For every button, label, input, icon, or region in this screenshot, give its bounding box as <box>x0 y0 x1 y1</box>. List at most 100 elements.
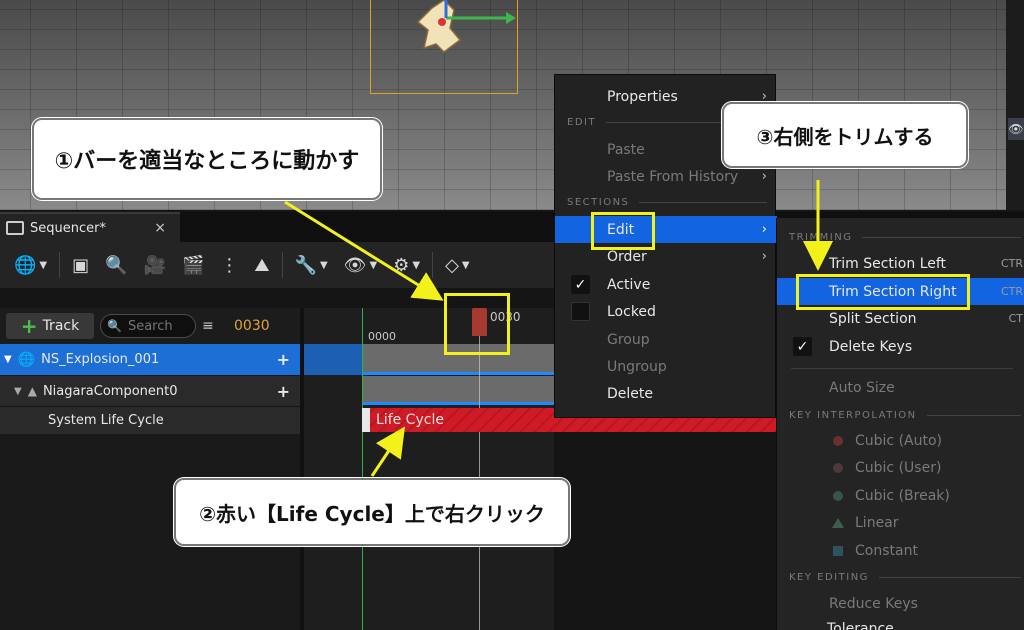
menu-label: Delete <box>607 385 653 402</box>
shortcut-label: CTR <box>1000 285 1023 298</box>
menu-label: Locked <box>607 303 656 320</box>
time-ruler[interactable]: 0000 0030 <box>304 308 554 344</box>
track-label: System Life Cycle <box>48 413 164 428</box>
track-row-niagara-component[interactable]: ▼ ▲ NiagaraComponent0 + <box>0 376 300 406</box>
menu-item-constant[interactable]: Constant <box>777 537 1024 564</box>
eye-icon[interactable]: 👁 ▼ <box>340 252 382 278</box>
close-icon[interactable]: × <box>154 220 166 236</box>
tab-title: Sequencer* <box>30 220 106 236</box>
menu-item-locked[interactable]: Locked <box>555 298 777 325</box>
menu-separator <box>791 368 1013 369</box>
shortcut-label: CTR <box>1000 257 1023 270</box>
menu-item-order[interactable]: Order › <box>555 243 777 270</box>
checkbox-checked-icon[interactable]: ✓ <box>793 337 812 356</box>
track-row-ns-explosion[interactable]: ▼ 🌐 NS_Explosion_001 + <box>0 344 300 375</box>
key-diamond-icon[interactable]: ◇ ▼ <box>441 252 474 278</box>
menu-label: Active <box>607 276 651 293</box>
camera-icon[interactable]: 🎥 <box>140 252 170 278</box>
menu-label: Properties <box>607 88 678 105</box>
current-frame[interactable]: 0030 <box>234 318 270 334</box>
expand-arrow-icon[interactable]: ▼ <box>4 354 12 365</box>
submenu-arrow-icon: › <box>761 222 767 237</box>
search-icon: 🔍 <box>107 319 122 333</box>
menu-header-trimming: TRIMMING <box>789 232 1021 243</box>
menu-label: Cubic (Auto) <box>855 432 943 449</box>
constant-icon <box>833 545 843 556</box>
toolbar-divider <box>59 252 61 278</box>
world-icon[interactable]: 🌐 ▼ <box>10 252 51 278</box>
timeline-row-background <box>304 344 362 375</box>
niagara-system-icon: 🌐 <box>17 351 36 368</box>
wrench-icon[interactable]: 🔧 ▼ <box>291 252 332 278</box>
menu-item-reduce-keys[interactable]: Reduce Keys <box>777 590 1024 617</box>
checkbox-checked-icon[interactable]: ✓ <box>571 275 590 294</box>
sequencer-toolbar: 🌐 ▼ ▣ 🔍 🎥 🎬 ⋮ ⛰ 🔧 ▼ 👁 ▼ ⚙ ▼ ◇ ▼ <box>0 242 560 288</box>
save-icon[interactable]: ▣ <box>68 252 93 278</box>
menu-item-active[interactable]: ✓ Active <box>555 271 777 298</box>
menu-item-ungroup[interactable]: Ungroup <box>555 353 777 380</box>
submenu-arrow-icon: › <box>761 249 767 264</box>
add-subtrack-icon[interactable]: + <box>277 382 290 401</box>
menu-item-linear[interactable]: Linear <box>777 509 1024 536</box>
search-field[interactable]: 🔍 <box>100 314 196 338</box>
find-asset-icon[interactable]: 🔍 <box>101 252 131 278</box>
playback-start-marker[interactable] <box>362 308 363 630</box>
tab-sequencer[interactable]: Sequencer* × <box>0 212 180 242</box>
expand-arrow-icon[interactable]: ▼ <box>14 386 22 397</box>
ruler-label-start: 0000 <box>368 330 396 343</box>
menu-label: Auto Size <box>829 379 895 396</box>
submenu-arrow-icon: › <box>761 169 767 184</box>
menu-item-cubic-user[interactable]: Cubic (User) <box>777 454 1024 481</box>
menu-label: Constant <box>855 542 918 559</box>
more-options-icon[interactable]: ⋮ <box>216 252 242 278</box>
search-input[interactable] <box>127 318 188 334</box>
render-movie-icon[interactable]: 🎬 <box>178 252 208 278</box>
track-header: + Track 🔍 ≡ 0030 <box>0 308 304 344</box>
curve-editor-icon[interactable]: ⛰ <box>250 252 273 278</box>
menu-label: Cubic (User) <box>855 459 942 476</box>
eye-icon[interactable]: 👁 <box>1008 118 1024 140</box>
menu-label: Split Section <box>829 310 917 327</box>
add-track-button[interactable]: + Track <box>6 313 94 339</box>
add-subtrack-icon[interactable]: + <box>277 350 290 369</box>
callout-text: ②赤い【Life Cycle】上で右クリック <box>199 501 545 526</box>
timeline-area[interactable]: 0000 0030 <box>304 308 554 630</box>
section-left-handle[interactable] <box>362 408 370 432</box>
menu-label: Ungroup <box>607 358 667 375</box>
menu-header-label: EDIT <box>567 117 597 128</box>
playback-settings-icon[interactable]: ⚙ ▼ <box>389 252 424 278</box>
menu-item-delete[interactable]: Delete <box>555 380 777 407</box>
niagara-component-section[interactable] <box>362 376 554 405</box>
track-label: NiagaraComponent0 <box>42 383 178 399</box>
menu-label: Paste From History <box>607 168 739 185</box>
menu-header-sections: SECTIONS <box>567 197 767 208</box>
menu-item-group[interactable]: Group <box>555 326 777 353</box>
menu-item-tolerance[interactable]: Tolerance <box>777 615 1024 630</box>
highlight-trim-right <box>796 274 970 310</box>
callout-step3: ③右側をトリムする <box>722 102 968 168</box>
menu-item-delete-keys[interactable]: ✓ Delete Keys <box>777 333 1024 360</box>
menu-item-cubic-auto[interactable]: Cubic (Auto) <box>777 427 1024 454</box>
menu-label: Trim Section Left <box>829 255 947 272</box>
menu-label: Delete Keys <box>829 338 913 355</box>
filter-icon[interactable]: ≡ <box>202 318 220 334</box>
cubic-user-icon <box>833 462 843 473</box>
transform-gizmo-icon[interactable] <box>410 0 520 60</box>
menu-label: Group <box>607 331 650 348</box>
cubic-auto-icon <box>833 435 843 446</box>
shortcut-label: CT <box>1008 312 1023 325</box>
checkbox-unchecked-icon[interactable] <box>571 302 590 321</box>
toolbar-divider <box>281 252 283 278</box>
highlight-edit-item <box>591 212 655 250</box>
callout-step1: ①バーを適当なところに動かす <box>32 118 382 200</box>
track-row-life-cycle[interactable]: System Life Cycle <box>0 407 300 434</box>
menu-item-cubic-break[interactable]: Cubic (Break) <box>777 482 1024 509</box>
track-label: NS_Explosion_001 <box>41 352 160 367</box>
menu-item-trim-left[interactable]: Trim Section Left CTR <box>777 250 1024 277</box>
menu-header-label: SECTIONS <box>567 197 630 208</box>
callout-text: ③右側をトリムする <box>756 124 934 149</box>
menu-item-auto-size[interactable]: Auto Size <box>777 374 1024 401</box>
menu-header-label: KEY EDITING <box>789 572 869 583</box>
menu-item-edit[interactable]: Edit › <box>555 216 777 243</box>
menu-label: Tolerance <box>827 620 894 630</box>
